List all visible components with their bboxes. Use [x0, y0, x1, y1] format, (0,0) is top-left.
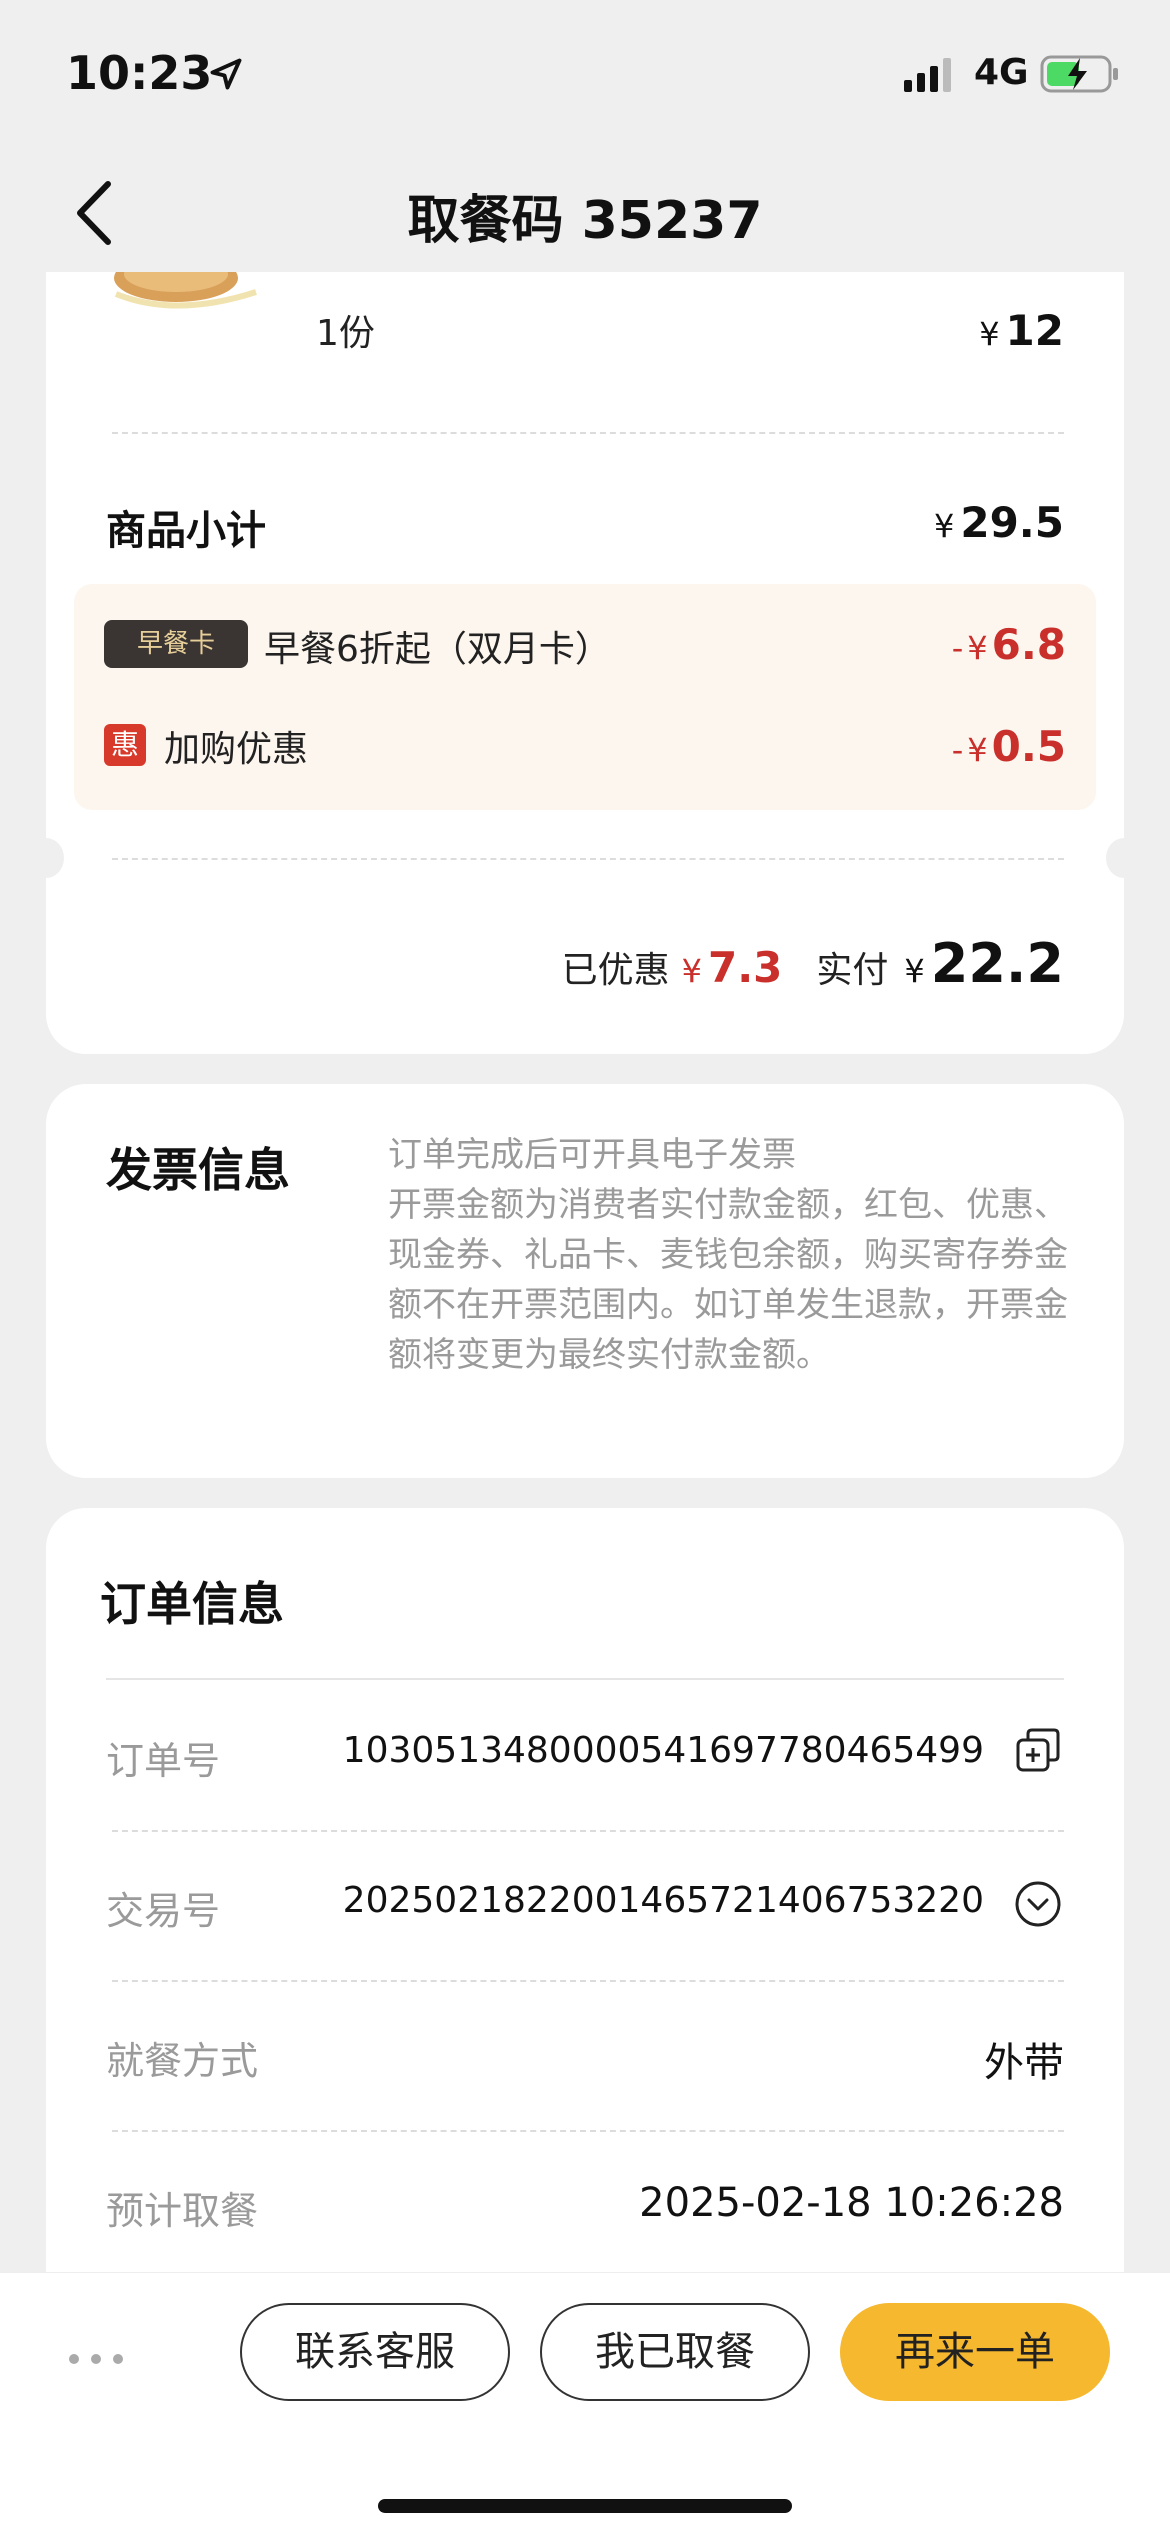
discount-label: 早餐6折起（双月卡） — [264, 629, 611, 670]
product-image — [114, 272, 257, 309]
invoice-text: 订单完成后可开具电子发票 开票金额为消费者实付款金额，红包、优惠、现金券、礼品卡… — [388, 1135, 1068, 1375]
subtotal-label: 商品小计 — [106, 508, 266, 554]
price-summary-card: 1份 ¥12 商品小计 ¥29.5 早餐卡 早餐6折起（双月卡） - ¥6.8 惠… — [28, 272, 1142, 1054]
divider — [112, 2130, 1064, 2132]
dining-mode-value: 外带 — [984, 2040, 1064, 2086]
paid-label: 实付 — [816, 950, 889, 991]
transaction-number-value: 2025021822001465721406753220 — [342, 1880, 984, 1921]
battery-charging-icon — [1040, 55, 1118, 93]
saved-value: ¥7.3 — [681, 943, 783, 992]
ticket-notch — [28, 838, 64, 878]
copy-icon[interactable] — [1014, 1726, 1062, 1774]
item-quantity: 1份 — [316, 313, 375, 354]
nav-bar: 取餐码 35237 — [0, 150, 1170, 272]
ticket-notch — [1106, 838, 1142, 878]
signal-icon — [904, 58, 951, 92]
order-number-value: 1030513480000541697780465499 — [342, 1730, 984, 1771]
reorder-button[interactable]: 再来一单 — [840, 2303, 1110, 2401]
total-line: 已优惠 ¥7.3 实付 ¥22.2 — [562, 932, 1064, 995]
status-bar: 10:23 4G — [0, 0, 1170, 150]
discount-label: 加购优惠 — [164, 729, 309, 770]
discount-value: - ¥6.8 — [951, 620, 1066, 669]
saved-label: 已优惠 — [561, 950, 670, 991]
bottom-action-bar: 联系客服 我已取餐 再来一单 — [0, 2272, 1170, 2532]
chevron-down-circle-icon[interactable] — [1014, 1880, 1062, 1928]
order-info-title: 订单信息 — [100, 1577, 284, 1631]
invoice-card: 发票信息 订单完成后可开具电子发票 开票金额为消费者实付款金额，红包、优惠、现金… — [46, 1084, 1124, 1478]
order-number-label: 订单号 — [106, 1739, 221, 1783]
page-title: 取餐码 35237 — [407, 191, 763, 251]
home-indicator — [378, 2499, 792, 2513]
divider — [112, 1830, 1064, 1832]
breakfast-card-badge: 早餐卡 — [104, 620, 248, 668]
pickup-time-value: 2025-02-18 10:26:28 — [639, 2180, 1064, 2226]
subtotal-value: ¥29.5 — [934, 498, 1064, 547]
discount-box: 早餐卡 早餐6折起（双月卡） - ¥6.8 惠 加购优惠 - ¥0.5 — [74, 584, 1096, 810]
location-arrow-icon — [210, 58, 242, 90]
picked-up-button[interactable]: 我已取餐 — [540, 2303, 810, 2401]
divider — [112, 432, 1064, 434]
divider — [106, 1678, 1064, 1680]
status-time: 10:23 — [66, 46, 213, 100]
contact-service-button[interactable]: 联系客服 — [240, 2303, 510, 2401]
item-price: ¥12 — [979, 306, 1064, 355]
invoice-title: 发票信息 — [106, 1143, 290, 1197]
dining-mode-label: 就餐方式 — [106, 2039, 259, 2083]
network-type: 4G — [974, 52, 1029, 93]
pickup-time-label: 预计取餐 — [106, 2189, 259, 2233]
paid-value: ¥22.2 — [904, 932, 1064, 995]
divider — [112, 858, 1064, 860]
transaction-number-label: 交易号 — [106, 1889, 221, 1933]
discount-value: - ¥0.5 — [951, 722, 1066, 771]
divider — [112, 1980, 1064, 1982]
promo-badge-icon: 惠 — [104, 724, 146, 766]
more-dots-icon[interactable] — [66, 2349, 126, 2369]
